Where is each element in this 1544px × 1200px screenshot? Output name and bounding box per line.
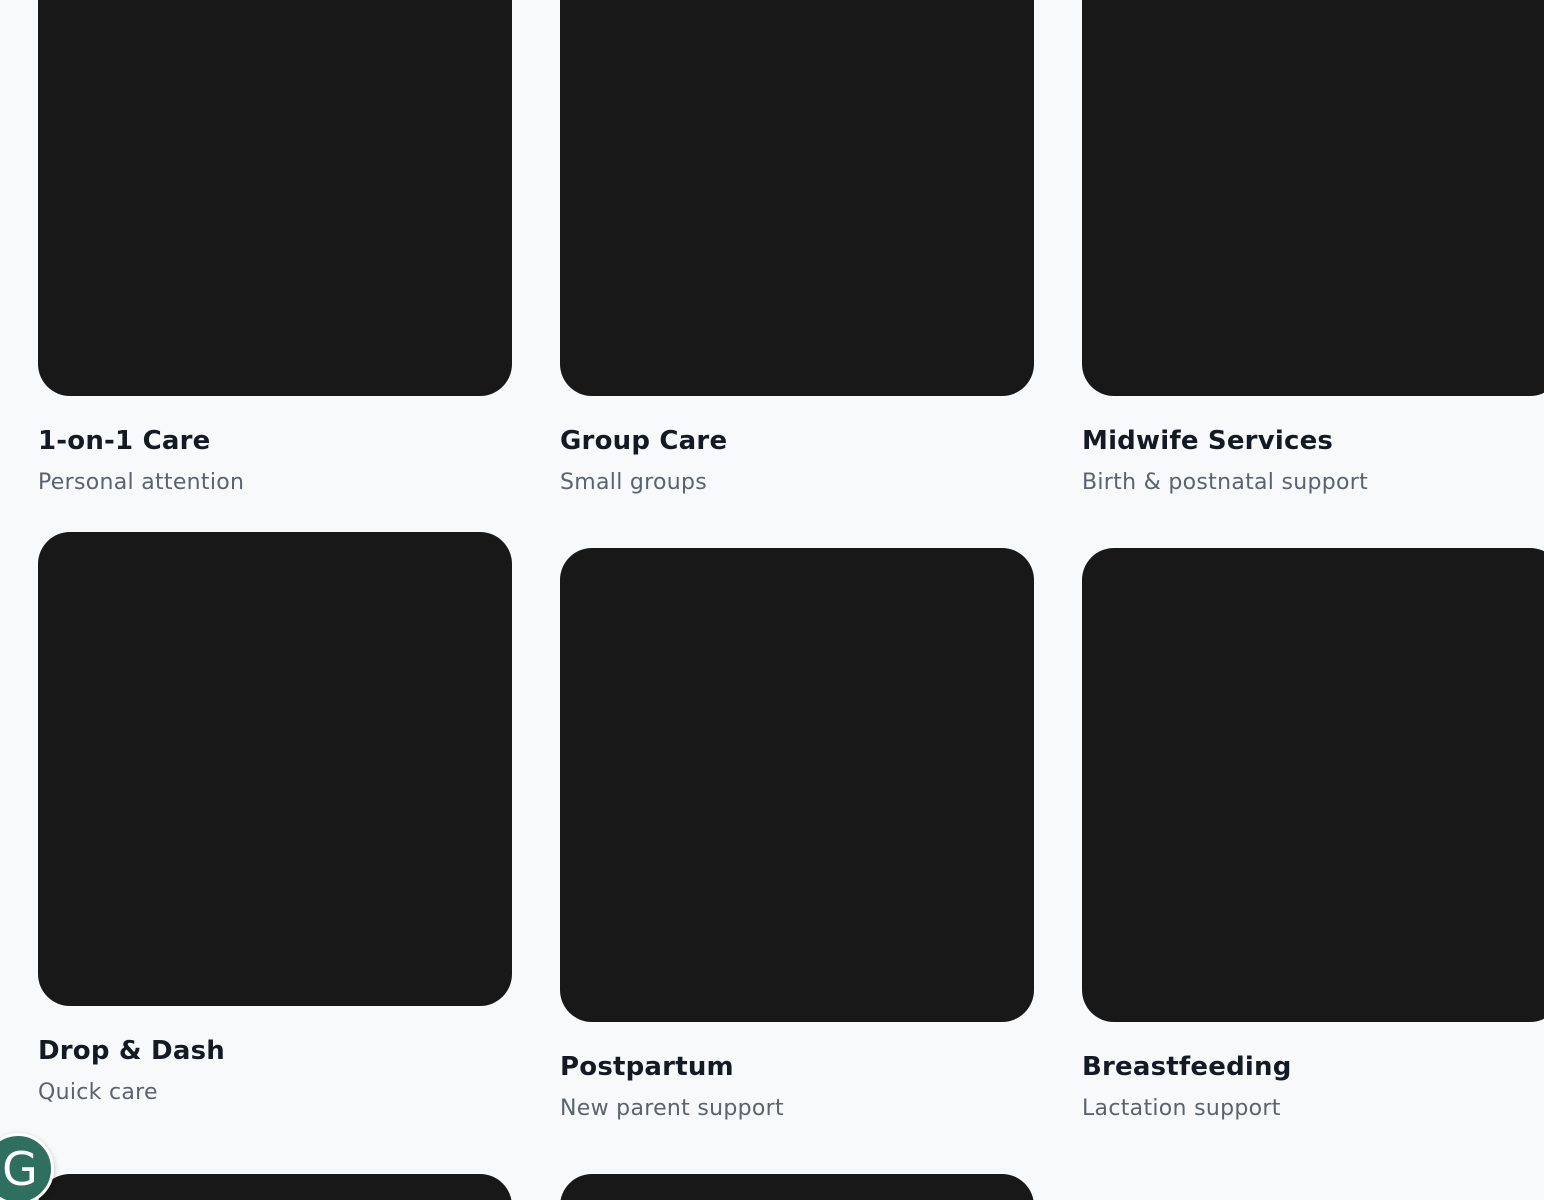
service-subtitle: Small groups	[560, 470, 708, 495]
service-title: Midwife Services	[1082, 426, 1334, 456]
services-grid: 1-on-1 Care Personal attention Group Car…	[0, 0, 1544, 1200]
service-card-peek[interactable]	[560, 1174, 1034, 1200]
service-image[interactable]	[38, 532, 512, 1006]
service-card-midwife-services[interactable]: Midwife Services Birth & postnatal suppo…	[1082, 0, 1544, 496]
user-avatar[interactable]: G	[0, 1133, 54, 1200]
service-card-breastfeeding[interactable]: Breastfeeding Lactation support	[1082, 548, 1544, 1122]
service-image[interactable]	[560, 0, 1034, 396]
service-image[interactable]	[1082, 0, 1544, 396]
service-card-drop-and-dash[interactable]: Drop & Dash Quick care	[38, 532, 512, 1106]
service-subtitle: Personal attention	[38, 470, 245, 495]
service-title: Postpartum	[560, 1052, 734, 1082]
service-subtitle: Birth & postnatal support	[1082, 470, 1369, 495]
service-card-postpartum[interactable]: Postpartum New parent support	[560, 548, 1034, 1122]
service-title: Breastfeeding	[1082, 1052, 1292, 1082]
service-subtitle: Quick care	[38, 1080, 158, 1105]
service-subtitle: Lactation support	[1082, 1096, 1281, 1121]
service-card-1-on-1-care[interactable]: 1-on-1 Care Personal attention	[38, 0, 512, 496]
avatar-letter: G	[2, 1142, 38, 1196]
service-title: Drop & Dash	[38, 1036, 225, 1066]
service-title: 1-on-1 Care	[38, 426, 211, 456]
service-card-group-care[interactable]: Group Care Small groups	[560, 0, 1034, 496]
service-image[interactable]	[560, 548, 1034, 1022]
service-card-peek[interactable]	[38, 1174, 512, 1200]
service-subtitle: New parent support	[560, 1096, 784, 1121]
service-title: Group Care	[560, 426, 728, 456]
service-image[interactable]	[38, 0, 512, 396]
service-image[interactable]	[1082, 548, 1544, 1022]
